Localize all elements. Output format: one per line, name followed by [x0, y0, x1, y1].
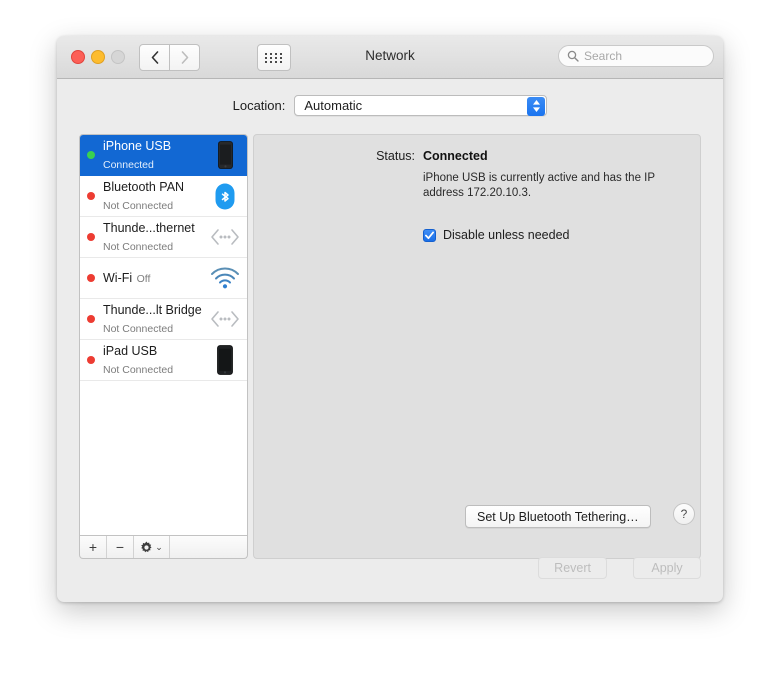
- iphone-icon: [207, 141, 243, 169]
- revert-button: Revert: [538, 557, 607, 579]
- service-status: Off: [136, 273, 151, 285]
- remove-service-button[interactable]: −: [107, 536, 134, 558]
- list-item[interactable]: iPad USB Not Connected: [80, 340, 247, 381]
- services-actions-button[interactable]: ⌄: [134, 536, 170, 558]
- disable-unless-needed-row[interactable]: Disable unless needed: [423, 228, 569, 242]
- search-placeholder: Search: [584, 49, 623, 63]
- status-dot: [87, 315, 95, 323]
- wifi-icon: [207, 267, 243, 289]
- set-up-bluetooth-tethering-button[interactable]: Set Up Bluetooth Tethering…: [465, 505, 651, 528]
- gear-icon: [141, 540, 152, 552]
- window-titlebar: Network Search: [57, 36, 723, 79]
- service-name: Wi-Fi: [103, 271, 133, 285]
- disable-unless-needed-label: Disable unless needed: [443, 228, 570, 242]
- status-value: Connected: [423, 149, 488, 163]
- list-item[interactable]: Wi-Fi Off: [80, 258, 247, 299]
- service-status: Connected: [103, 159, 154, 171]
- list-item[interactable]: iPhone USB Connected: [80, 135, 247, 176]
- apply-button: Apply: [633, 557, 701, 579]
- thunderbolt-icon: [207, 310, 243, 328]
- thunderbolt-icon: [207, 228, 243, 246]
- network-preferences-window: Network Search Location: Automatic iPhon…: [57, 36, 723, 602]
- status-label: Status:: [376, 149, 415, 163]
- location-row: Location: Automatic: [57, 92, 723, 118]
- status-dot: [87, 151, 95, 159]
- search-icon: [567, 50, 579, 62]
- service-name: Thunde...lt Bridge: [103, 303, 202, 317]
- status-dot: [87, 274, 95, 282]
- disable-unless-needed-checkbox[interactable]: [423, 228, 436, 242]
- location-selected-value: Automatic: [304, 97, 363, 113]
- checkmark-icon: [425, 231, 434, 239]
- add-service-button[interactable]: +: [80, 536, 107, 558]
- list-item[interactable]: Thunde...thernet Not Connected: [80, 217, 247, 258]
- bluetooth-icon: [207, 183, 243, 210]
- status-dot: [87, 192, 95, 200]
- ipad-icon: [207, 345, 243, 375]
- status-description: iPhone USB is currently active and has t…: [423, 172, 655, 199]
- services-toolbar: + − ⌄: [79, 536, 248, 559]
- stepper-arrows-icon[interactable]: [527, 96, 546, 116]
- service-status: Not Connected: [103, 364, 174, 376]
- location-label: Location:: [232, 97, 286, 113]
- service-name: Thunde...thernet: [103, 221, 195, 235]
- status-dot: [87, 356, 95, 364]
- service-status: Not Connected: [103, 200, 174, 212]
- service-name: Bluetooth PAN: [103, 180, 185, 194]
- status-dot: [87, 233, 95, 241]
- network-services-list[interactable]: iPhone USB Connected Bluetooth PAN Not C…: [79, 134, 248, 536]
- list-item[interactable]: Thunde...lt Bridge Not Connected: [80, 299, 247, 340]
- service-detail-panel: Status: Connected iPhone USB is currentl…: [253, 134, 701, 559]
- service-name: iPad USB: [103, 344, 158, 358]
- chevron-down-icon: ⌄: [155, 541, 163, 552]
- search-field[interactable]: Search: [558, 45, 714, 67]
- location-select[interactable]: Automatic: [294, 94, 548, 116]
- service-name: iPhone USB: [103, 139, 172, 153]
- service-status: Not Connected: [103, 323, 174, 335]
- service-status: Not Connected: [103, 241, 174, 253]
- list-item[interactable]: Bluetooth PAN Not Connected: [80, 176, 247, 217]
- help-button[interactable]: ?: [673, 503, 695, 525]
